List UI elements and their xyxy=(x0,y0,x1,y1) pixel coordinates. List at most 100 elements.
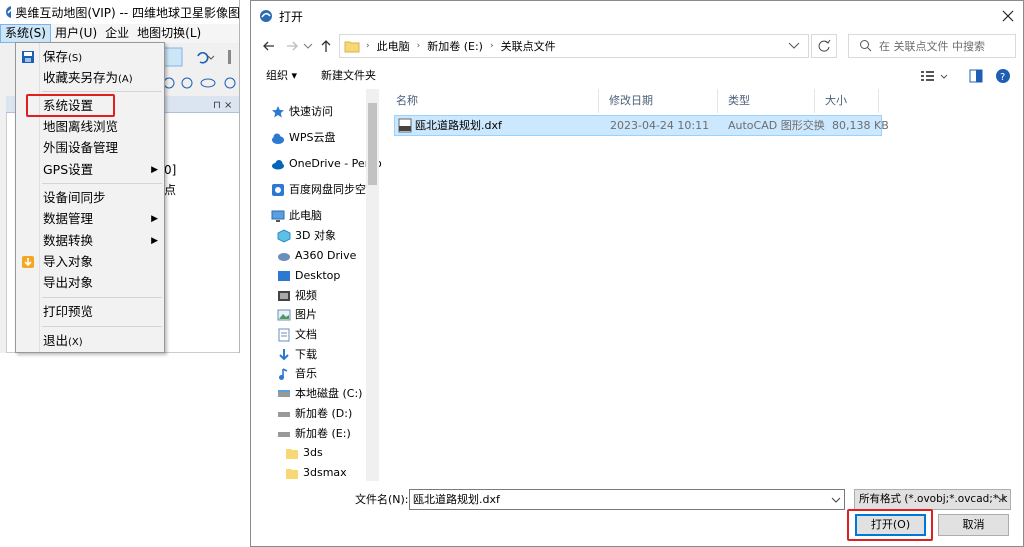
breadcrumb-separator: › xyxy=(366,41,370,51)
tree-item-drive-c[interactable]: 本地磁盘 (C:) xyxy=(277,384,362,404)
filetype-select[interactable]: 所有格式 (*.ovobj;*.ovcad;*.k xyxy=(854,489,1011,510)
folder-icon xyxy=(344,41,360,53)
search-placeholder: 在 关联点文件 中搜索 xyxy=(879,40,985,53)
tree-label: 文档 xyxy=(295,328,317,341)
highlight-box-open-button xyxy=(847,509,933,541)
view-mode-icon[interactable] xyxy=(921,71,934,81)
tree-item-this-pc[interactable]: 此电脑 xyxy=(271,206,322,226)
column-date-modified[interactable]: 修改日期 xyxy=(599,89,718,113)
tree-scroll-thumb[interactable] xyxy=(368,103,377,185)
help-icon[interactable]: ? xyxy=(996,69,1010,83)
menu-item-import-objects[interactable]: 导入对象 xyxy=(16,252,164,272)
organize-button[interactable]: 组织 ▾ xyxy=(266,67,297,85)
tree-item-drive-d[interactable]: 新加卷 (D:) xyxy=(277,404,352,424)
menu-item-label: 打印预览 xyxy=(43,304,94,319)
toolbar-separator xyxy=(228,50,231,64)
menu-item-device-sync[interactable]: 设备间同步 xyxy=(16,188,164,208)
filename-label: 文件名(N): xyxy=(355,493,409,506)
close-icon[interactable] xyxy=(999,7,1017,25)
tree-item-quick-access[interactable]: 快速访问 xyxy=(271,102,333,122)
tree-item-folder-3dsmax[interactable]: 3dsmax xyxy=(285,463,347,483)
menu-item-offline-map[interactable]: 地图离线浏览 xyxy=(16,117,164,137)
menu-user[interactable]: 用户(U) xyxy=(51,24,101,43)
tree-label: 下载 xyxy=(295,348,317,361)
forward-arrow-icon[interactable] xyxy=(284,38,300,54)
file-row[interactable]: 瓯北道路规划.dxf 2023-04-24 10:11 AutoCAD 图形交换… xyxy=(394,115,889,136)
up-arrow-icon[interactable] xyxy=(318,38,334,54)
menu-item-exit[interactable]: 退出(X) xyxy=(16,331,164,351)
tree-item-baidu-sync[interactable]: 百度网盘同步空间 xyxy=(271,180,377,200)
tree-item-videos[interactable]: 视频 xyxy=(277,286,317,306)
drive-icon xyxy=(278,412,290,417)
address-bar[interactable]: › 此电脑 › 新加卷 (E:) › 关联点文件 xyxy=(339,34,809,58)
cancel-button[interactable]: 取消 xyxy=(938,514,1009,536)
column-size[interactable]: 大小 xyxy=(815,89,879,113)
menu-item-label: 设备间同步 xyxy=(43,190,106,205)
app-logo-icon xyxy=(260,10,272,22)
column-type[interactable]: 类型 xyxy=(718,89,815,113)
menu-enterprise[interactable]: 企业 xyxy=(101,24,133,43)
file-list-header: 名称 修改日期 类型 大小 xyxy=(386,89,886,113)
file-type: AutoCAD 图形交换 xyxy=(728,119,825,132)
search-box[interactable]: 在 关联点文件 中搜索 xyxy=(848,34,1016,58)
menu-separator xyxy=(42,297,162,298)
column-name[interactable]: 名称 xyxy=(386,89,599,113)
chevron-down-icon[interactable] xyxy=(940,74,948,79)
menu-system[interactable]: 系统(S) xyxy=(0,24,51,43)
breadcrumb-drive-e[interactable]: 新加卷 (E:) xyxy=(427,38,483,54)
app-toolbar xyxy=(162,44,239,70)
menu-item-save[interactable]: 保存(S) xyxy=(16,47,164,67)
tree-item-folder-3ds[interactable]: 3ds xyxy=(285,443,323,463)
chevron-down-icon[interactable] xyxy=(995,494,1007,504)
address-history-dropdown-icon[interactable] xyxy=(787,41,801,51)
new-folder-button[interactable]: 新建文件夹 xyxy=(321,67,376,85)
shape-tools xyxy=(163,77,236,89)
menu-item-data-conversion[interactable]: 数据转换 ▶ xyxy=(16,231,164,251)
chevron-down-icon[interactable] xyxy=(207,55,215,60)
preview-pane-icon[interactable] xyxy=(969,69,983,83)
svg-text:⊓ ×: ⊓ × xyxy=(213,100,232,111)
filename-input[interactable]: 瓯北道路规划.dxf xyxy=(409,489,845,510)
menu-item-peripheral-devices[interactable]: 外围设备管理 xyxy=(16,138,164,158)
tree-item-documents[interactable]: 文档 xyxy=(277,325,317,345)
cube-icon xyxy=(277,229,291,243)
undo-icon[interactable] xyxy=(197,52,209,64)
tree-label: 图片 xyxy=(295,308,317,321)
tree-item-wps-cloud[interactable]: WPS云盘 xyxy=(271,128,336,148)
app-title: 奥维互动地图(VIP) -- 四维地球卫星影像图 xyxy=(15,5,240,20)
ellipse-tool-icon[interactable] xyxy=(200,78,216,88)
circle-tool-icon[interactable] xyxy=(224,77,236,89)
tree-item-pictures[interactable]: 图片 xyxy=(277,305,317,325)
tree-label: 3D 对象 xyxy=(295,229,336,242)
back-arrow-icon[interactable] xyxy=(261,38,277,54)
tree-item-music[interactable]: 音乐 xyxy=(277,364,317,384)
menu-map-switch[interactable]: 地图切换(L) xyxy=(133,24,205,43)
tree-item-3d-objects[interactable]: 3D 对象 xyxy=(277,226,336,246)
menu-item-label: 数据管理 xyxy=(43,211,94,226)
menu-item-print-preview[interactable]: 打印预览 xyxy=(16,302,164,322)
refresh-button[interactable] xyxy=(811,34,837,58)
app-title-bar: 奥维互动地图(VIP) -- 四维地球卫星影像图 xyxy=(0,0,240,24)
dialog-title: 打开 xyxy=(279,9,304,24)
chevron-down-icon[interactable] xyxy=(829,490,844,509)
menu-item-gps-settings[interactable]: GPS设置 ▶ xyxy=(16,160,164,180)
tree-item-downloads[interactable]: 下载 xyxy=(277,345,317,365)
menu-item-save-favorites-as[interactable]: 收藏夹另存为(A) xyxy=(16,68,164,88)
breadcrumb-this-pc[interactable]: 此电脑 xyxy=(377,38,410,54)
menu-item-data-management[interactable]: 数据管理 ▶ xyxy=(16,209,164,229)
menu-item-label: 地图离线浏览 xyxy=(43,119,119,134)
tree-item-drive-e[interactable]: 新加卷 (E:) xyxy=(277,424,351,444)
menu-item-export-objects[interactable]: 导出对象 xyxy=(16,273,164,293)
music-icon xyxy=(279,368,288,380)
breadcrumb-current-folder[interactable]: 关联点文件 xyxy=(501,38,556,54)
chevron-down-icon[interactable] xyxy=(303,38,313,54)
circle-tool-icon[interactable] xyxy=(163,77,175,89)
view-controls: ? xyxy=(921,69,1010,83)
tree-item-a360-drive[interactable]: A360 Drive xyxy=(277,246,356,266)
menu-item-label: GPS设置 xyxy=(43,162,94,177)
submenu-arrow-icon: ▶ xyxy=(151,236,158,246)
menu-item-label: 收藏夹另存为 xyxy=(43,70,119,85)
toolbar-select-button[interactable] xyxy=(163,47,183,67)
tree-item-desktop[interactable]: Desktop xyxy=(277,266,340,286)
circle-tool-icon[interactable] xyxy=(181,77,193,89)
